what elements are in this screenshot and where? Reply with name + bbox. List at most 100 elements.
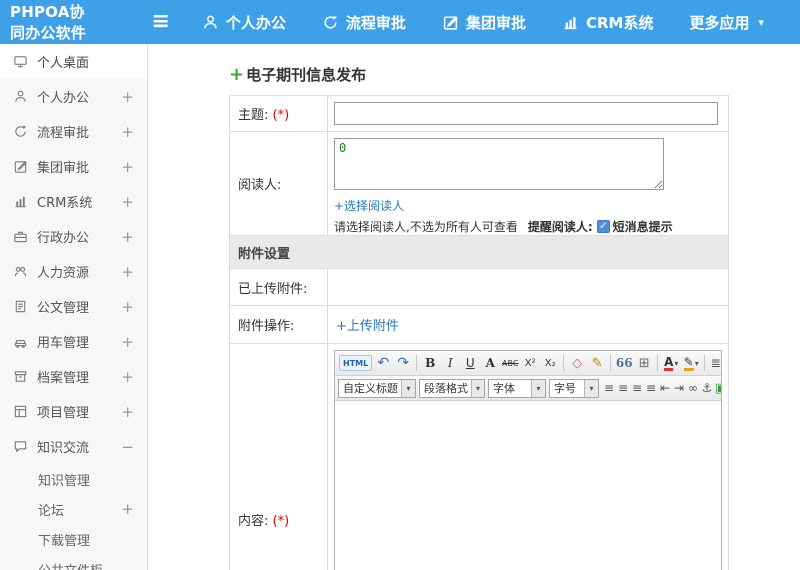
indent-icon[interactable]: ⇥: [672, 379, 686, 398]
nav-label: 集团审批: [465, 13, 526, 32]
expand-icon[interactable]: +: [121, 158, 134, 176]
sidebar-subitem-public-file-cabinet[interactable]: 公共文件柜: [0, 554, 147, 570]
editor-toolbar-row2: 自定义标题 ▾ 段落格式 ▾ 字体 ▾ 字号 ▾ ≡ ≡ ≡ ≡ ⇤ ⇥ ∞ ⚓: [335, 376, 721, 401]
paragraph-format-dropdown[interactable]: 段落格式 ▾: [419, 378, 485, 398]
expand-icon[interactable]: +: [121, 123, 134, 141]
nav-personal-office[interactable]: 个人办公: [202, 12, 286, 33]
sidebar-item-vehicle-mgmt[interactable]: 用车管理 +: [0, 324, 147, 359]
app-window: PHPOA协同办公软件 ≡ 个人办公 流程审批 集团审批 CRM系统 更多应用 …: [0, 0, 800, 570]
align-center-icon[interactable]: ≡: [616, 379, 630, 398]
blockquote-button[interactable]: 66: [615, 354, 633, 373]
sidebar-subitem-label: 论坛: [38, 503, 65, 519]
expand-icon[interactable]: +: [121, 263, 134, 281]
redo-icon[interactable]: ↷: [394, 354, 412, 373]
sidebar-item-label: 个人办公: [37, 91, 90, 106]
nav-more-apps[interactable]: 更多应用 ▾: [689, 12, 764, 33]
dropdown-label: 字号: [554, 382, 576, 395]
underline-button[interactable]: U: [461, 354, 479, 373]
attachment-section-title: 附件设置: [229, 235, 729, 269]
sidebar-item-workflow-approval[interactable]: 流程审批 +: [0, 114, 147, 149]
sidebar-subitem-download-mgmt[interactable]: 下载管理: [0, 524, 147, 554]
sidebar-subitem-label: 公共文件柜: [38, 560, 103, 570]
undo-icon[interactable]: ↶: [374, 354, 392, 373]
expand-icon[interactable]: +: [121, 368, 134, 386]
font-size-dropdown[interactable]: 字号 ▾: [549, 378, 599, 398]
nav-group-approval[interactable]: 集团审批: [442, 12, 526, 33]
align-right-icon[interactable]: ≡: [630, 379, 644, 398]
font-button[interactable]: A: [481, 354, 499, 373]
highlight-icon: ✎: [683, 354, 694, 371]
expand-icon[interactable]: +: [121, 298, 134, 316]
expand-icon[interactable]: +: [121, 333, 134, 351]
table-icon[interactable]: ⊞: [635, 354, 653, 373]
caret-down-icon: ▾: [531, 379, 545, 397]
toolbar-separator: [416, 355, 418, 371]
sidebar-item-crm[interactable]: CRM系统 +: [0, 184, 147, 219]
sidebar-item-document-mgmt[interactable]: 公文管理 +: [0, 289, 147, 324]
format-brush-icon[interactable]: ✎: [588, 354, 606, 373]
superscript-button[interactable]: X²: [521, 354, 539, 373]
sidebar-item-label: 个人桌面: [37, 56, 90, 71]
sidebar-item-group-approval[interactable]: 集团审批 +: [0, 149, 147, 184]
insert-image-icon[interactable]: ▣: [714, 379, 721, 398]
sidebar-item-desktop[interactable]: 个人桌面: [0, 44, 147, 79]
nav-label: 个人办公: [225, 13, 286, 32]
sidebar-item-admin-office[interactable]: 行政办公 +: [0, 219, 147, 254]
edit-approve-icon: [443, 15, 458, 30]
italic-button[interactable]: I: [441, 354, 459, 373]
font-family-dropdown[interactable]: 字体 ▾: [488, 378, 546, 398]
subscript-button[interactable]: X₂: [541, 354, 559, 373]
chat-icon: [12, 439, 28, 455]
sidebar-item-archive-mgmt[interactable]: 档案管理 +: [0, 359, 147, 394]
expand-icon[interactable]: +: [121, 500, 134, 518]
bold-button[interactable]: B: [421, 354, 439, 373]
source-code-button[interactable]: HTML: [339, 355, 373, 371]
sidebar-subitem-forum[interactable]: 论坛 +: [0, 494, 147, 524]
sms-label: 短消息提示: [612, 220, 673, 234]
app-title: PHPOA协同办公软件: [10, 3, 87, 42]
select-readers-link[interactable]: +选择阅读人: [334, 197, 404, 214]
menu-toggle-icon[interactable]: ≡: [151, 11, 169, 33]
sidebar-item-hr[interactable]: 人力资源 +: [0, 254, 147, 289]
nav-workflow-approval[interactable]: 流程审批: [322, 12, 406, 33]
collapse-icon[interactable]: −: [121, 438, 134, 456]
attachment-section-row: 附件设置: [229, 235, 729, 269]
sidebar-item-label: CRM系统: [37, 196, 93, 211]
sms-checkbox[interactable]: ✓: [596, 220, 610, 233]
ordered-list-button[interactable]: ≣▾: [709, 354, 721, 373]
bar-chart-icon: [564, 16, 577, 29]
caret-down-icon: ▾: [471, 379, 484, 397]
align-justify-icon[interactable]: ≡: [644, 379, 658, 398]
anchor-icon[interactable]: ⚓: [700, 379, 714, 398]
ordered-list-icon: ≣: [710, 356, 721, 370]
caret-down-icon: ▾: [758, 15, 764, 29]
sidebar-item-label: 人力资源: [37, 266, 90, 281]
caret-down-icon: ▾: [674, 358, 679, 368]
caret-down-icon: ▾: [401, 379, 415, 397]
sidebar-item-project-mgmt[interactable]: 项目管理 +: [0, 394, 147, 429]
expand-icon[interactable]: +: [121, 193, 134, 211]
sidebar-item-knowledge-exchange[interactable]: 知识交流 −: [0, 429, 147, 464]
upload-attachment-link[interactable]: +上传附件: [336, 315, 399, 334]
custom-heading-dropdown[interactable]: 自定义标题 ▾: [338, 378, 416, 398]
highlight-color-button[interactable]: ✎ ▾: [682, 354, 700, 373]
readers-textarea[interactable]: 0: [334, 138, 664, 190]
sidebar-subitem-knowledge-mgmt[interactable]: 知识管理: [0, 464, 147, 494]
align-left-icon[interactable]: ≡: [602, 379, 616, 398]
expand-icon[interactable]: +: [121, 228, 134, 246]
outdent-icon[interactable]: ⇤: [658, 379, 672, 398]
font-color-button[interactable]: A ▾: [662, 354, 680, 373]
subject-input[interactable]: [334, 102, 718, 125]
remove-format-icon[interactable]: ◇: [568, 354, 586, 373]
expand-icon[interactable]: +: [121, 403, 134, 421]
editor-content-area[interactable]: [335, 401, 721, 570]
expand-icon[interactable]: +: [121, 88, 134, 106]
toolbar-separator: [704, 355, 706, 371]
sidebar-item-label: 流程审批: [37, 126, 90, 141]
editor-toolbar-row1: HTML ↶ ↷ B I U A ABC X² X₂ ◇ ✎ 66 ⊞ A ▾ …: [335, 351, 721, 376]
sidebar-item-personal-office[interactable]: 个人办公 +: [0, 79, 147, 114]
link-icon[interactable]: ∞: [686, 379, 700, 398]
subject-label-cell: 主题: (*): [229, 95, 328, 132]
strikethrough-button[interactable]: ABC: [501, 354, 519, 373]
nav-crm-system[interactable]: CRM系统: [562, 12, 653, 33]
